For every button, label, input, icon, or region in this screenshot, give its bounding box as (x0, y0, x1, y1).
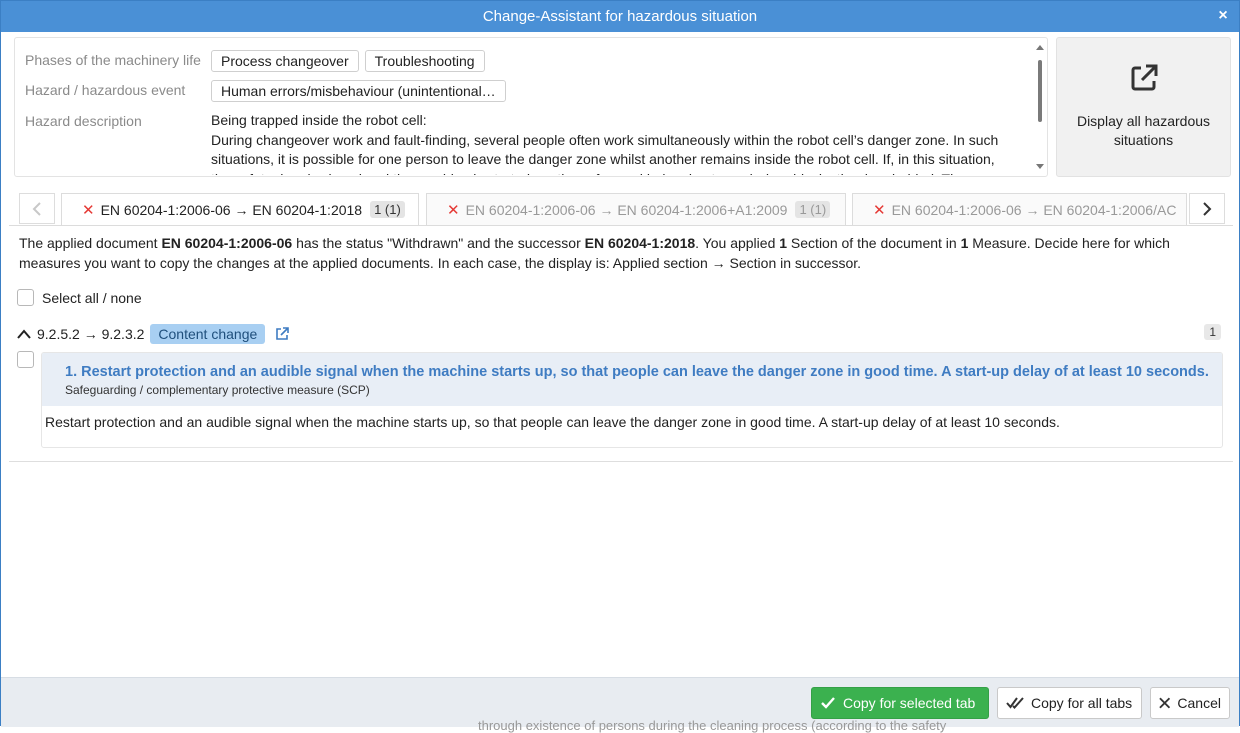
scroll-down-icon[interactable] (1036, 164, 1044, 170)
phase-chip: Troubleshooting (364, 50, 485, 72)
phase-chip: Process changeover (211, 50, 359, 72)
tab-count: 1 (1) (795, 201, 831, 218)
display-all-hazards-button[interactable]: Display all hazardous situations (1056, 37, 1231, 177)
tab-scroll-left-button[interactable] (19, 193, 55, 224)
tab-successor-ac[interactable]: ✕ EN 60204-1:2006-06 → EN 60204-1:2006/A… (852, 193, 1187, 225)
hazard-label: Hazard / hazardous event (25, 82, 186, 98)
select-all-checkbox[interactable] (17, 289, 34, 306)
scroll-up-icon[interactable] (1036, 44, 1044, 50)
section-group-header: 9.2.5.2 → 9.2.3.2 Content change 1 (17, 323, 1223, 345)
description-label: Hazard description (25, 113, 142, 129)
display-all-hazards-label: Display all hazardous situations (1076, 113, 1211, 148)
tab-successor-2018[interactable]: ✕ EN 60204-1:2006-06 → EN 60204-1:2018 1… (61, 193, 419, 225)
sections-count: 1 (779, 235, 788, 251)
tab-label: EN 60204-1:2006-06 → EN 60204-1:2018 (100, 201, 363, 218)
hazard-chip: Human errors/misbehaviour (unintentional… (211, 80, 506, 102)
select-all-label: Select all / none (42, 289, 142, 306)
close-icon[interactable]: × (1215, 7, 1231, 25)
tab-label: EN 60204-1:2006-06 → EN 60204-1:2006+A1:… (465, 201, 788, 218)
phases-row: Phases of the machinery life Process cha… (25, 50, 491, 72)
close-icon (1159, 697, 1171, 709)
copy-selected-label: Copy for selected tab (843, 695, 976, 711)
hazard-description: Being trapped inside the robot cell: Dur… (211, 111, 1011, 175)
intro-part: . You applied (695, 235, 780, 251)
copy-all-label: Copy for all tabs (1031, 695, 1133, 711)
measure-body: Restart protection and an audible signal… (45, 414, 1060, 430)
double-check-icon (1006, 697, 1024, 709)
intro-text: The applied document EN 60204-1:2006-06 … (19, 234, 1224, 273)
measure-checkbox[interactable] (17, 351, 34, 368)
successor-document: EN 60204-1:2018 (584, 235, 696, 251)
change-assistant-dialog: Change-Assistant for hazardous situation… (0, 0, 1240, 727)
external-link-icon[interactable] (275, 327, 290, 341)
withdrawn-x-icon: ✕ (447, 201, 460, 219)
tab-scroll-right-button[interactable] (1189, 193, 1225, 224)
cancel-label: Cancel (1177, 695, 1221, 711)
copy-selected-tab-button[interactable]: Copy for selected tab (811, 687, 989, 719)
measure-title: 1. Restart protection and an audible sig… (65, 364, 1209, 380)
withdrawn-x-icon: ✕ (873, 201, 886, 219)
intro-part: has the status "Withdrawn" and the succe… (292, 235, 585, 251)
external-link-icon (1131, 64, 1157, 91)
chevron-right-icon (1203, 201, 1212, 216)
title-bar: Change-Assistant for hazardous situation… (1, 1, 1239, 32)
info-scrollbar[interactable] (1035, 44, 1045, 170)
tab-underline (9, 225, 1233, 226)
content-change-badge: Content change (150, 324, 266, 344)
scroll-thumb[interactable] (1038, 60, 1042, 122)
chevron-up-icon[interactable] (17, 329, 31, 339)
divider (9, 461, 1233, 462)
tab-label: EN 60204-1:2006-06 → EN 60204-1:2006/AC (891, 201, 1177, 218)
chevron-left-icon (32, 201, 41, 216)
measure-category: Safeguarding / complementary protective … (65, 383, 370, 397)
description-row: Hazard description Being trapped inside … (25, 111, 1011, 175)
section-mapping: 9.2.5.2 → 9.2.3.2 (37, 326, 145, 342)
select-all-row[interactable]: Select all / none (17, 289, 142, 306)
applied-document: EN 60204-1:2006-06 (161, 235, 293, 251)
dialog-title: Change-Assistant for hazardous situation (482, 8, 758, 25)
intro-part: The applied document (19, 235, 162, 251)
measure-card: 1. Restart protection and an audible sig… (41, 352, 1223, 448)
group-count-badge: 1 (1204, 324, 1221, 340)
cancel-button[interactable]: Cancel (1150, 687, 1230, 719)
tab-successor-a1-2009[interactable]: ✕ EN 60204-1:2006-06 → EN 60204-1:2006+A… (426, 193, 846, 225)
measure-header: 1. Restart protection and an audible sig… (42, 353, 1222, 406)
copy-all-tabs-button[interactable]: Copy for all tabs (997, 687, 1142, 719)
phases-label: Phases of the machinery life (25, 52, 201, 68)
document-tabs: ✕ EN 60204-1:2006-06 → EN 60204-1:2018 1… (19, 193, 1225, 226)
description-text: During changeover work and fault-finding… (211, 131, 999, 176)
intro-part: Section of the document in (787, 235, 961, 251)
withdrawn-x-icon: ✕ (82, 201, 95, 219)
hazard-info-panel: Phases of the machinery life Process cha… (14, 37, 1048, 177)
check-icon (821, 697, 835, 709)
tab-count: 1 (1) (370, 201, 405, 218)
hazard-row: Hazard / hazardous event Human errors/mi… (25, 80, 512, 102)
description-heading: Being trapped inside the robot cell: (211, 112, 427, 128)
